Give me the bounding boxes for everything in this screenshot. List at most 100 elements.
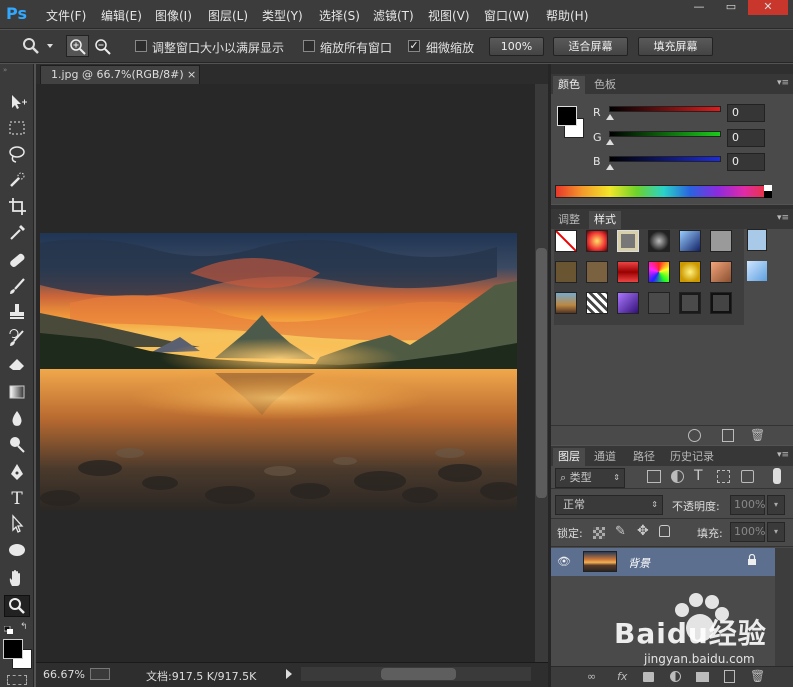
menu-edit[interactable]: 编辑(E) — [101, 7, 142, 24]
style-swatch-2[interactable] — [586, 230, 608, 252]
close-button[interactable]: ✕ — [748, 0, 788, 15]
new-layer-icon[interactable] — [724, 670, 735, 683]
brush-tool-icon[interactable] — [5, 276, 29, 298]
clear-style-icon[interactable] — [688, 429, 701, 442]
opacity-dropdown-icon[interactable]: ▾ — [767, 495, 785, 515]
style-swatch-14[interactable] — [586, 292, 608, 314]
ellipse-tool-icon[interactable] — [5, 540, 29, 562]
fill-input[interactable]: 100% — [730, 522, 765, 542]
lock-transparent-icon[interactable] — [593, 527, 605, 539]
adjustment-layer-icon[interactable] — [670, 671, 681, 682]
fill-dropdown-icon[interactable]: ▾ — [767, 522, 785, 542]
history-brush-tool-icon[interactable] — [5, 328, 29, 350]
tab-layers[interactable]: 图层 — [553, 448, 585, 466]
channel-g-value[interactable]: 0 — [727, 129, 765, 147]
new-group-icon[interactable] — [696, 672, 709, 682]
menu-filter[interactable]: 滤镜(T) — [373, 7, 414, 24]
default-colors-icon[interactable] — [3, 623, 14, 634]
style-swatch-19[interactable] — [747, 261, 767, 281]
clone-stamp-tool-icon[interactable] — [5, 302, 29, 324]
gradient-tool-icon[interactable] — [5, 382, 29, 404]
chevron-down-icon[interactable] — [47, 44, 53, 48]
vertical-scroll-thumb[interactable] — [536, 248, 547, 498]
style-swatch-7-right[interactable] — [747, 229, 767, 251]
menu-view[interactable]: 视图(V) — [428, 7, 470, 24]
style-swatch-5[interactable] — [679, 230, 701, 252]
channel-r-thumb[interactable] — [606, 114, 614, 120]
zoom-tool-preset-icon[interactable] — [22, 37, 40, 55]
layer-row-background[interactable]: 👁 背景 — [551, 548, 775, 576]
panel-menu-icon[interactable]: ▾≡ — [777, 78, 789, 88]
restore-button[interactable]: ▭ — [716, 0, 746, 15]
actual-pixels-button[interactable]: 100% — [489, 37, 544, 56]
close-tab-icon[interactable]: × — [187, 66, 196, 84]
eye-icon[interactable]: 👁 — [557, 555, 571, 568]
tab-paths[interactable]: 路径 — [628, 448, 660, 466]
channel-r-value[interactable]: 0 — [727, 104, 765, 122]
swap-colors-icon[interactable]: ↰ — [20, 622, 31, 632]
tab-adjustments[interactable]: 调整 — [553, 211, 585, 229]
add-mask-icon[interactable] — [643, 672, 654, 682]
canvas-photo[interactable] — [40, 233, 520, 511]
style-swatch-11[interactable] — [679, 261, 701, 283]
lasso-tool-icon[interactable] — [5, 144, 29, 166]
style-swatch-15[interactable] — [617, 292, 639, 314]
collapse-arrows-icon[interactable]: » — [3, 66, 31, 74]
lock-all-icon[interactable] — [659, 525, 670, 537]
link-layers-icon[interactable]: ∞ — [587, 670, 596, 683]
new-style-icon[interactable] — [722, 429, 734, 442]
scrubby-zoom-checkbox[interactable]: ✓ — [408, 40, 420, 52]
tab-history[interactable]: 历史记录 — [665, 448, 719, 466]
style-swatch-12[interactable] — [710, 261, 732, 283]
lock-brush-icon[interactable]: ✎ — [615, 524, 626, 539]
color-spectrum-bar[interactable] — [555, 185, 772, 198]
channel-g-thumb[interactable] — [606, 139, 614, 145]
style-swatch-8[interactable] — [586, 261, 608, 283]
style-swatch-4[interactable] — [648, 230, 670, 252]
quick-selection-tool-icon[interactable] — [5, 170, 29, 192]
tab-styles[interactable]: 样式 — [589, 211, 621, 229]
quick-mask-icon[interactable] — [7, 675, 27, 685]
channel-b-slider[interactable] — [609, 156, 721, 162]
style-swatch-18[interactable] — [710, 292, 732, 314]
foreground-color-chip[interactable] — [557, 106, 577, 126]
panel-menu-icon[interactable]: ▾≡ — [777, 213, 789, 223]
filter-pixel-icon[interactable] — [647, 470, 661, 483]
lock-move-icon[interactable]: ✥ — [637, 523, 649, 539]
zoom-in-icon[interactable] — [66, 35, 89, 57]
marquee-tool-icon[interactable] — [5, 118, 29, 140]
document-tab[interactable]: 1.jpg @ 66.7%(RGB/8#) × — [40, 65, 200, 85]
style-swatch-10[interactable] — [648, 261, 670, 283]
fit-screen-button[interactable]: 适合屏幕 — [553, 37, 628, 56]
zoom-level[interactable]: 66.67% — [43, 668, 85, 681]
delete-layer-icon[interactable]: 🗑 — [750, 669, 765, 683]
style-swatch-9[interactable] — [617, 261, 639, 283]
style-swatch-3[interactable] — [617, 230, 639, 252]
eraser-tool-icon[interactable] — [5, 354, 29, 376]
layer-style-icon[interactable]: fx — [617, 670, 627, 683]
move-tool-icon[interactable] — [5, 92, 29, 114]
zoom-tool-icon[interactable] — [4, 595, 30, 617]
style-swatch-7[interactable] — [555, 261, 577, 283]
menu-image[interactable]: 图像(I) — [155, 7, 192, 24]
dodge-tool-icon[interactable] — [5, 434, 29, 456]
opacity-input[interactable]: 100% — [730, 495, 765, 515]
pen-tool-icon[interactable] — [5, 462, 29, 484]
resize-windows-checkbox[interactable] — [135, 40, 147, 52]
filter-type-icon[interactable]: T — [694, 468, 703, 484]
crop-tool-icon[interactable] — [5, 196, 29, 218]
filter-adjustment-icon[interactable] — [671, 470, 684, 483]
path-selection-tool-icon[interactable] — [5, 514, 29, 536]
hand-tool-icon[interactable] — [5, 568, 29, 590]
menu-layer[interactable]: 图层(L) — [208, 7, 248, 24]
filter-smart-object-icon[interactable] — [741, 470, 754, 483]
layer-name[interactable]: 背景 — [628, 555, 650, 571]
style-swatch-17[interactable] — [679, 292, 701, 314]
horizontal-scroll-thumb[interactable] — [381, 668, 456, 680]
filter-toggle[interactable] — [773, 468, 781, 484]
tab-color[interactable]: 颜色 — [553, 76, 585, 94]
zoom-out-icon[interactable] — [92, 36, 113, 56]
type-tool-icon[interactable]: T — [5, 488, 29, 510]
layers-scrollbar[interactable] — [775, 548, 793, 666]
zoom-all-checkbox[interactable] — [303, 40, 315, 52]
